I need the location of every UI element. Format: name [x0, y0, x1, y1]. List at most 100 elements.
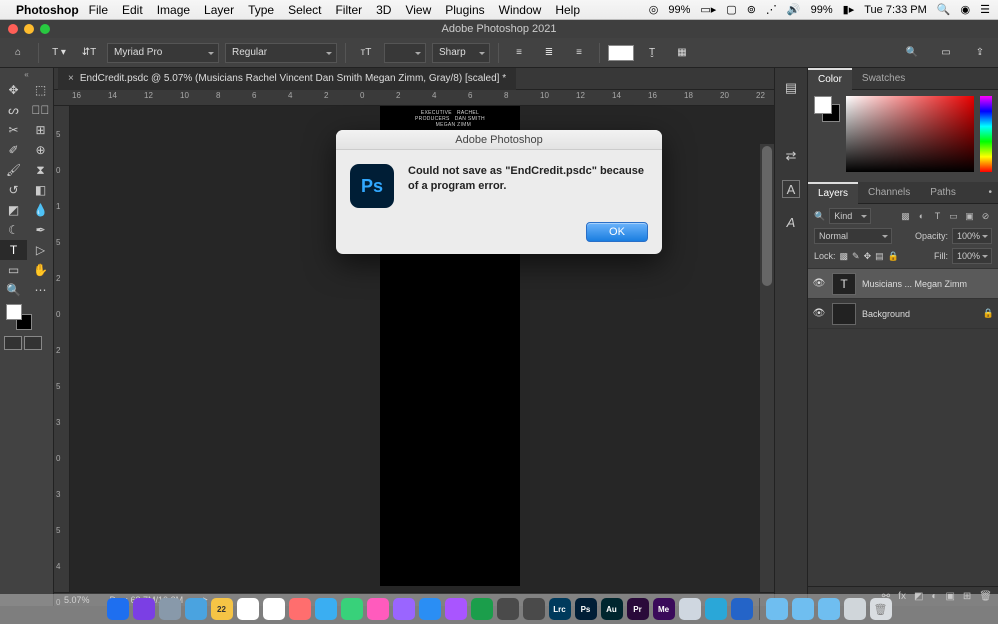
tab-color[interactable]: Color	[808, 68, 852, 90]
filter-type-icon[interactable]: T	[931, 210, 944, 223]
menu-file[interactable]: File	[89, 3, 108, 17]
close-tab-icon[interactable]: ×	[68, 73, 74, 84]
window-zoom[interactable]	[40, 24, 50, 34]
move-tool[interactable]: ✥	[0, 80, 27, 100]
menu-window[interactable]: Window	[499, 3, 542, 17]
zoom-tool[interactable]: 🔍	[0, 280, 27, 300]
visibility-icon[interactable]: 👁	[812, 308, 826, 319]
filter-pixel-icon[interactable]: ▩	[899, 210, 912, 223]
add-layer-quick-icon[interactable]: •	[988, 187, 998, 198]
align-left-icon[interactable]: ≡	[507, 42, 531, 64]
fill-input[interactable]: 100%	[952, 248, 992, 264]
opacity-input[interactable]: 100%	[952, 228, 992, 244]
layer-filter-kind[interactable]: Kind	[829, 208, 871, 224]
adjustments-panel-icon[interactable]: ⇄	[780, 146, 802, 166]
align-center-icon[interactable]: ≣	[537, 42, 561, 64]
blend-mode-dropdown[interactable]: Normal	[814, 228, 892, 244]
quick-select-tool[interactable]: ✎⃝	[27, 100, 54, 120]
home-icon[interactable]: ⌂	[6, 42, 30, 64]
lock-pos-icon[interactable]: ✥	[864, 251, 872, 262]
more-tools[interactable]: ⋯	[27, 280, 54, 300]
eraser-tool[interactable]: ◧	[27, 180, 54, 200]
blur-tool[interactable]: 💧	[27, 200, 54, 220]
text-color-swatch[interactable]	[608, 45, 634, 61]
menu-plugins[interactable]: Plugins	[445, 3, 484, 17]
color-field[interactable]	[846, 96, 974, 172]
heal-tool[interactable]: ⊕	[27, 140, 54, 160]
orientation-icon[interactable]: ⇵T	[77, 42, 101, 64]
path-select-tool[interactable]: ▷	[27, 240, 54, 260]
frame-tool[interactable]: ⊞	[27, 120, 54, 140]
ruler-vertical[interactable]: 50152025303540	[54, 106, 70, 592]
crop-tool[interactable]: ✂	[0, 120, 27, 140]
dock-app-15[interactable]	[497, 598, 519, 620]
dock-app-13[interactable]	[445, 598, 467, 620]
menu-layer[interactable]: Layer	[204, 3, 234, 17]
cc-icon[interactable]: ◎	[649, 3, 659, 16]
dock-app-3[interactable]	[185, 598, 207, 620]
lock-nest-icon[interactable]: ▤	[875, 251, 884, 262]
dock-app-2[interactable]	[159, 598, 181, 620]
dock-app-0[interactable]	[107, 598, 129, 620]
menu-filter[interactable]: Filter	[335, 3, 362, 17]
dock-app-20[interactable]: Pr	[627, 598, 649, 620]
stamp-tool[interactable]: ⧗	[27, 160, 54, 180]
menu-view[interactable]: View	[405, 3, 431, 17]
menu-help[interactable]: Help	[555, 3, 580, 17]
visibility-icon[interactable]: 👁	[812, 278, 826, 289]
shape-tool[interactable]: ▭	[0, 260, 27, 280]
align-right-icon[interactable]: ≡	[567, 42, 591, 64]
screenmode-icon[interactable]	[24, 336, 42, 350]
menu-edit[interactable]: Edit	[122, 3, 143, 17]
menu-select[interactable]: Select	[288, 3, 321, 17]
dock-app-6[interactable]	[263, 598, 285, 620]
dodge-tool[interactable]: ☾	[0, 220, 27, 240]
menu-image[interactable]: Image	[157, 3, 190, 17]
dock-app-17[interactable]: Lrc	[549, 598, 571, 620]
lasso-tool[interactable]: ᔕ	[0, 100, 27, 120]
dock-app-21[interactable]: Me	[653, 598, 675, 620]
menu-type[interactable]: Type	[248, 3, 274, 17]
gradient-tool[interactable]: ◩	[0, 200, 27, 220]
dock-app-12[interactable]	[419, 598, 441, 620]
ruler-horizontal[interactable]: 1614121086420246810121416182022	[54, 90, 774, 106]
history-brush-tool[interactable]: ↺	[0, 180, 27, 200]
dock-app-1[interactable]	[133, 598, 155, 620]
quickmask-icon[interactable]	[4, 336, 22, 350]
antialias-dropdown[interactable]: Sharp	[432, 43, 490, 63]
lock-trans-icon[interactable]: ▩	[840, 251, 849, 262]
type-tool[interactable]: T	[0, 240, 27, 260]
lock-all-icon[interactable]: 🔒	[888, 251, 899, 262]
dock-app-18[interactable]: Ps	[575, 598, 597, 620]
window-close[interactable]	[8, 24, 18, 34]
control-center-icon[interactable]: ☰	[980, 3, 990, 16]
filter-shape-icon[interactable]: ▭	[947, 210, 960, 223]
tab-layers[interactable]: Layers	[808, 182, 858, 204]
dock-app-11[interactable]	[393, 598, 415, 620]
share-icon[interactable]: ⇪	[968, 42, 992, 64]
dock-app-24[interactable]	[731, 598, 753, 620]
dock-app-8[interactable]	[315, 598, 337, 620]
dock-app-5[interactable]	[237, 598, 259, 620]
font-size-dropdown[interactable]	[384, 43, 426, 63]
menu-3d[interactable]: 3D	[376, 3, 391, 17]
dock-app-10[interactable]	[367, 598, 389, 620]
marquee-tool[interactable]: ⬚	[27, 80, 54, 100]
tab-channels[interactable]: Channels	[858, 182, 920, 204]
dock-app-7[interactable]	[289, 598, 311, 620]
layer-row[interactable]: 👁Background🔒	[808, 299, 998, 329]
spotlight-icon[interactable]: 🔍	[937, 3, 951, 16]
hue-slider[interactable]	[980, 96, 992, 172]
hand-tool[interactable]: ✋	[27, 260, 54, 280]
window-minimize[interactable]	[24, 24, 34, 34]
dock-app-9[interactable]	[341, 598, 363, 620]
dock-folder-3[interactable]	[844, 598, 866, 620]
filter-smart-icon[interactable]: ▣	[963, 210, 976, 223]
dock-folder-0[interactable]	[766, 598, 788, 620]
glyphs-panel-icon[interactable]: A	[780, 212, 802, 232]
character-panel-icon2[interactable]: A	[782, 180, 800, 198]
font-family-dropdown[interactable]: Myriad Pro	[107, 43, 219, 63]
dock-app-16[interactable]	[523, 598, 545, 620]
filter-toggle-icon[interactable]: ⊘	[979, 210, 992, 223]
dock-folder-2[interactable]	[818, 598, 840, 620]
